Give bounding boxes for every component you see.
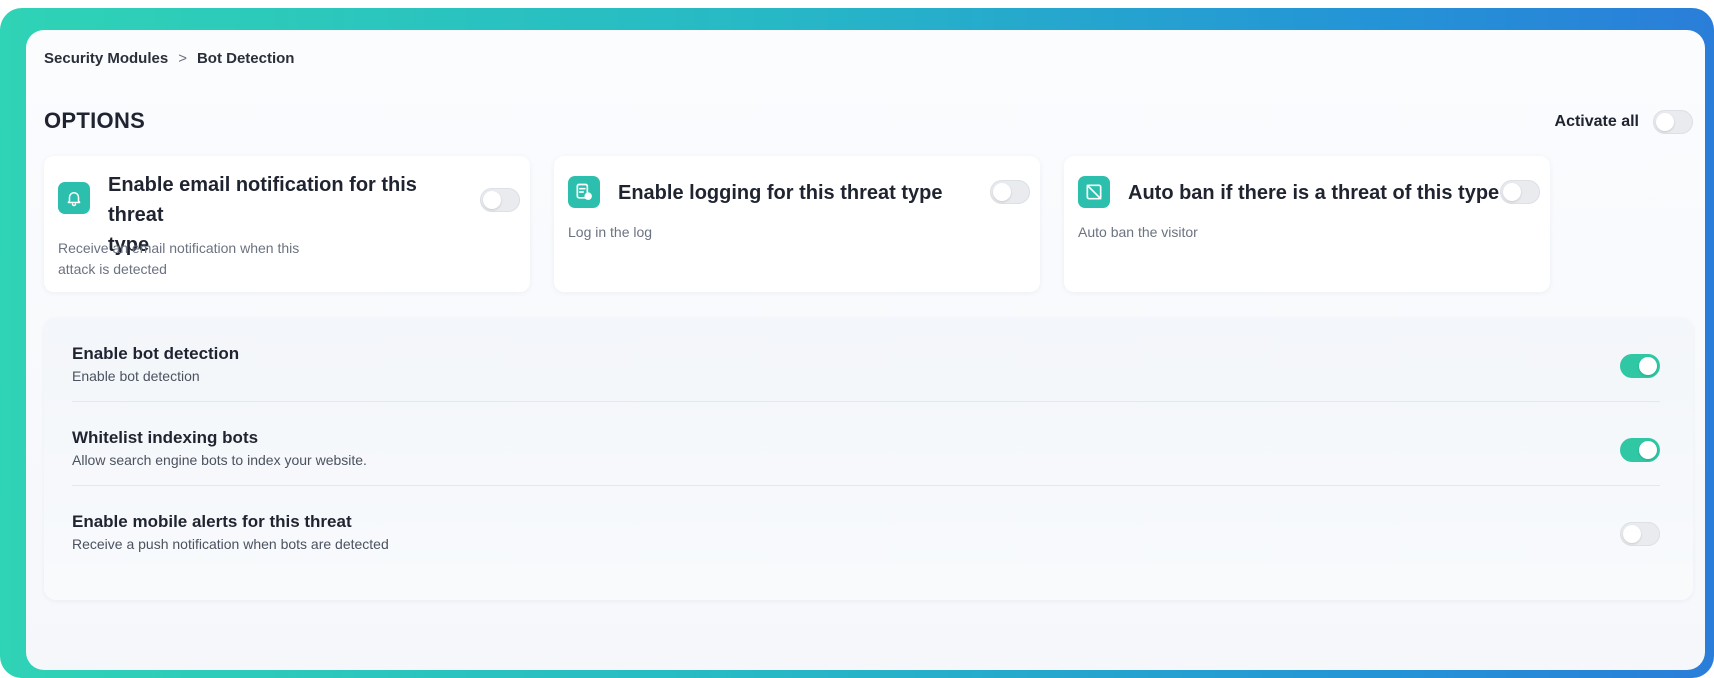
setting-description: Allow search engine bots to index your w… — [72, 452, 367, 468]
setting-row-whitelist-indexing-bots: Whitelist indexing bots Allow search eng… — [72, 402, 1660, 486]
enable-bot-detection-toggle[interactable] — [1620, 354, 1660, 378]
logging-description: Log in the log — [568, 224, 653, 240]
activate-all-control: Activate all — [1555, 110, 1693, 134]
activate-all-toggle[interactable] — [1653, 110, 1693, 134]
ban-icon — [1078, 176, 1110, 208]
setting-row-mobile-alerts: Enable mobile alerts for this threat Rec… — [72, 486, 1660, 570]
breadcrumb: Security Modules > Bot Detection — [44, 50, 294, 67]
bell-icon — [58, 182, 90, 214]
setting-description: Enable bot detection — [72, 368, 200, 384]
email-notification-card: Enable email notification for this threa… — [44, 156, 530, 292]
gradient-frame: Security Modules > Bot Detection OPTIONS… — [0, 8, 1714, 678]
options-heading: OPTIONS — [44, 108, 146, 133]
log-document-icon — [568, 176, 600, 208]
setting-description: Receive a push notification when bots ar… — [72, 536, 389, 552]
setting-row-enable-bot-detection: Enable bot detection Enable bot detectio… — [72, 318, 1660, 402]
auto-ban-card: Auto ban if there is a threat of this ty… — [1064, 156, 1550, 292]
auto-ban-description: Auto ban the visitor — [1078, 224, 1198, 240]
bot-settings-list: Enable bot detection Enable bot detectio… — [44, 318, 1693, 600]
whitelist-indexing-bots-toggle[interactable] — [1620, 438, 1660, 462]
email-notification-description: Receive an email notification when this … — [58, 240, 300, 277]
setting-title: Enable bot detection — [72, 344, 240, 363]
mobile-alerts-toggle[interactable] — [1620, 522, 1660, 546]
auto-ban-title: Auto ban if there is a threat of this ty… — [1128, 182, 1500, 204]
setting-title: Whitelist indexing bots — [72, 428, 259, 447]
logging-title: Enable logging for this threat type — [618, 182, 943, 204]
email-notification-toggle[interactable] — [480, 188, 520, 212]
logging-toggle[interactable] — [990, 180, 1030, 204]
breadcrumb-security-modules[interactable]: Security Modules — [44, 50, 168, 67]
breadcrumb-separator-icon: > — [178, 50, 187, 67]
breadcrumb-bot-detection: Bot Detection — [196, 50, 295, 67]
logging-card: Enable logging for this threat type Log … — [554, 156, 1040, 292]
activate-all-label: Activate all — [1554, 113, 1639, 130]
bot-detection-panel: Security Modules > Bot Detection OPTIONS… — [26, 30, 1705, 670]
auto-ban-toggle[interactable] — [1500, 180, 1540, 204]
setting-title: Enable mobile alerts for this threat — [72, 512, 352, 531]
